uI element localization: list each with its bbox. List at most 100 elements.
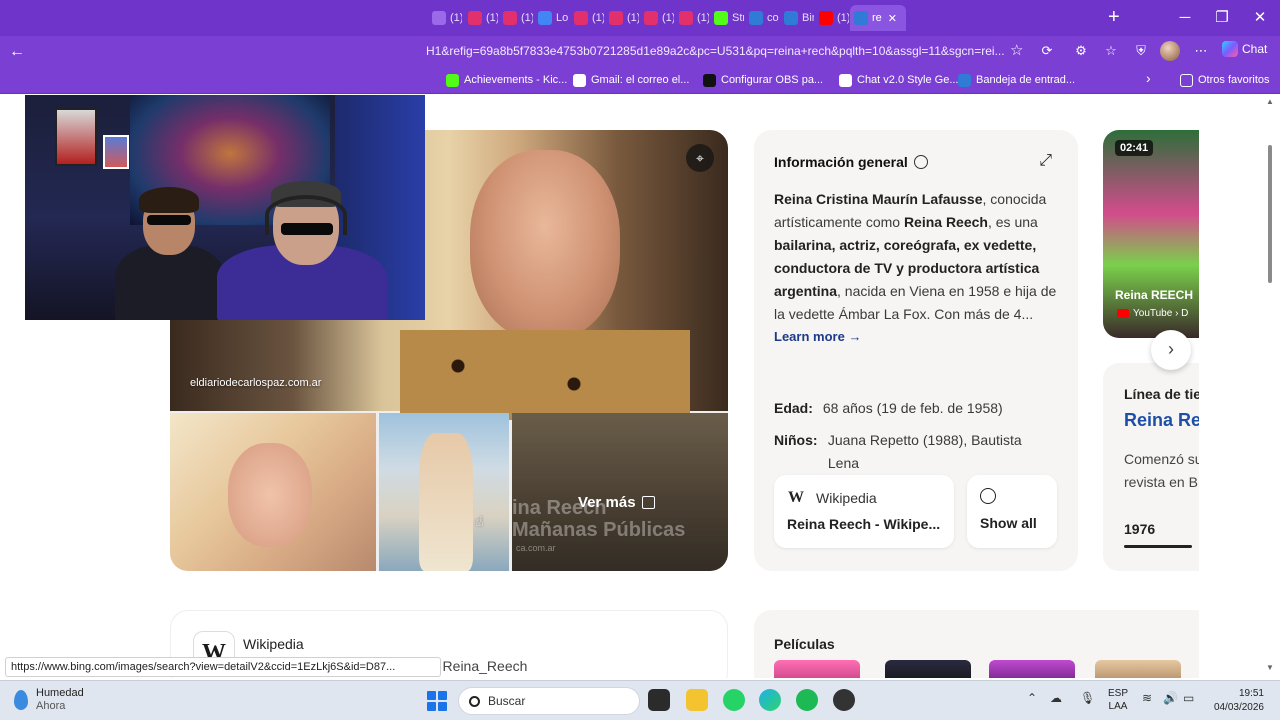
- external-link-icon: [641, 496, 655, 509]
- overview-description: Reina Cristina Maurín Lafausse, conocida…: [774, 188, 1060, 326]
- ai-sparkle-icon: [913, 155, 928, 169]
- tab-favicon-icon: [784, 11, 798, 25]
- see-more-button[interactable]: Ver más: [578, 494, 655, 511]
- wikipedia-source-button[interactable]: W Wikipedia Reina Reech - Wikipe...: [774, 475, 954, 548]
- image-credit: eldiariodecarlospaz.com.ar: [190, 377, 322, 389]
- expand-icon[interactable]: ⤢: [1039, 152, 1052, 170]
- taskbar-search[interactable]: Buscar: [458, 687, 640, 715]
- bookmarks-more-chevron-icon[interactable]: ›: [1146, 70, 1151, 86]
- page-scrollbar[interactable]: ▲ ▼: [1264, 97, 1276, 677]
- browser-tab[interactable]: (1) Ins: [640, 5, 674, 31]
- profile-avatar[interactable]: [1160, 41, 1180, 61]
- refresh-icon[interactable]: ⟳: [1038, 42, 1056, 60]
- windows-logo-square: [427, 702, 436, 711]
- browser-tab[interactable]: re ✕: [850, 5, 906, 31]
- bookmark-item[interactable]: Achievements - Kic...: [446, 72, 567, 88]
- tab-title: colore: [767, 12, 779, 24]
- bookmark-item[interactable]: Chat v2.0 Style Ge...: [839, 72, 959, 88]
- person-left: [115, 245, 225, 320]
- minimize-button[interactable]: ─: [1175, 8, 1195, 28]
- source-name: Wikipedia: [816, 490, 877, 506]
- youtube-icon: [1117, 309, 1129, 318]
- bookmark-favicon-icon: [703, 73, 716, 87]
- learn-more-link[interactable]: Learn more →: [774, 329, 861, 344]
- browser-tab[interactable]: Los m: [534, 5, 568, 31]
- close-tab-icon[interactable]: ✕: [888, 12, 897, 25]
- bookmark-item[interactable]: Gmail: el correo el...: [573, 72, 689, 88]
- favorite-star-icon[interactable]: ☆: [1010, 41, 1023, 59]
- video-title: Reina REECH: [1115, 288, 1194, 302]
- movies-card: Películas: [754, 610, 1199, 678]
- bookmark-favicon-icon: [446, 73, 459, 87]
- movie-poster[interactable]: [989, 660, 1075, 678]
- task-view-icon[interactable]: [648, 689, 670, 711]
- poster: [103, 135, 129, 169]
- start-button[interactable]: [427, 691, 447, 711]
- visual-search-icon[interactable]: ⌖: [686, 144, 714, 172]
- browser-tab[interactable]: colore: [745, 5, 779, 31]
- timeline-year[interactable]: 1976: [1124, 521, 1155, 537]
- volume-icon[interactable]: 🔊: [1163, 691, 1178, 705]
- timeline-desc-line: revista en B: [1124, 474, 1198, 490]
- copilot-chat-button[interactable]: Chat: [1222, 41, 1267, 57]
- carousel-next-button[interactable]: ›: [1151, 330, 1191, 370]
- browser-tab[interactable]: (1) TC: [428, 5, 462, 31]
- whatsapp-icon[interactable]: [723, 689, 745, 711]
- scroll-up-arrow-icon[interactable]: ▲: [1266, 97, 1274, 106]
- hand-cursor-icon: ☝: [475, 513, 484, 529]
- new-tab-button[interactable]: +: [1108, 6, 1120, 28]
- video-source: YouTube › D: [1117, 308, 1188, 319]
- address-input[interactable]: H1&refig=69a8b5f7833e4753b0721285d1e89a2…: [426, 40, 1026, 62]
- browser-tab[interactable]: (1) Ins: [570, 5, 604, 31]
- bookmark-item[interactable]: Configurar OBS pa...: [703, 72, 823, 88]
- other-favorites[interactable]: Otros favoritos: [1180, 72, 1270, 88]
- bookmark-item[interactable]: Bandeja de entrad...: [958, 72, 1075, 88]
- browser-tab[interactable]: Strean: [710, 5, 744, 31]
- browser-tab[interactable]: Bing \: [780, 5, 814, 31]
- bookmark-favicon-icon: [958, 73, 971, 87]
- scroll-down-arrow-icon[interactable]: ▼: [1266, 663, 1274, 672]
- browser-tab[interactable]: (1) Ins: [605, 5, 639, 31]
- battery-icon[interactable]: ▭: [1183, 691, 1194, 705]
- movie-poster[interactable]: [774, 660, 860, 678]
- video-card[interactable]: 02:41 Reina REECH YouTube › D: [1103, 130, 1199, 338]
- back-arrow-icon[interactable]: ←: [9, 43, 25, 61]
- show-all-label: Show all: [980, 515, 1037, 531]
- browser-tab[interactable]: (1) Ins: [464, 5, 498, 31]
- browser-tab[interactable]: (1) Re: [815, 5, 849, 31]
- search-placeholder: Buscar: [488, 694, 526, 708]
- spotify-icon[interactable]: [796, 689, 818, 711]
- see-more-thumbnail[interactable]: ina Reech Mañanas Públicas ca.com.ar: [512, 413, 728, 571]
- cloud-icon[interactable]: ☁: [1050, 691, 1062, 705]
- show-all-button[interactable]: Show all: [967, 475, 1057, 548]
- wifi-icon[interactable]: ≋: [1142, 691, 1152, 705]
- thumbnail-image[interactable]: [170, 413, 376, 571]
- show-hidden-icons-chevron-icon[interactable]: ⌃: [1027, 691, 1037, 705]
- fact-value[interactable]: Juana Repetto (1988), Bautista Lena: [828, 429, 1048, 474]
- browser-tab[interactable]: (1) Ins: [675, 5, 709, 31]
- thumbnail-image[interactable]: [379, 413, 509, 571]
- timeline-name[interactable]: Reina Re: [1124, 410, 1199, 431]
- bookmark-label: Achievements - Kic...: [464, 74, 568, 86]
- edge-browser-icon[interactable]: [759, 689, 781, 711]
- maximize-button[interactable]: ❐: [1212, 8, 1232, 28]
- language-indicator[interactable]: ESP LAA: [1108, 687, 1128, 713]
- obs-icon[interactable]: [833, 689, 855, 711]
- microphone-icon[interactable]: 🎙: [1080, 691, 1095, 705]
- system-clock[interactable]: 19:51 04/03/2026: [1200, 687, 1264, 715]
- close-window-button[interactable]: ✕: [1250, 8, 1270, 28]
- file-explorer-icon[interactable]: [686, 689, 708, 711]
- windows-taskbar: Humedad Ahora Buscar ⌃ ☁ 🎙 ESP LAA ≋ 🔊 ▭…: [0, 680, 1280, 720]
- favorites-icon[interactable]: ☆: [1102, 42, 1120, 60]
- movie-poster[interactable]: [885, 660, 971, 678]
- more-options-icon[interactable]: ⋯: [1192, 42, 1210, 60]
- extensions-icon[interactable]: ⚙: [1072, 42, 1090, 60]
- scrollbar-thumb[interactable]: [1268, 145, 1272, 283]
- fact-children: Niños: Juana Repetto (1988), Bautista Le…: [774, 429, 1048, 474]
- browser-tab[interactable]: (1) Ins: [499, 5, 533, 31]
- movie-poster[interactable]: [1095, 660, 1181, 678]
- shield-icon[interactable]: ⛨: [1132, 42, 1150, 60]
- poster: [55, 108, 97, 166]
- clock-date: 04/03/2026: [1213, 702, 1264, 713]
- weather-widget[interactable]: Humedad Ahora: [14, 687, 84, 713]
